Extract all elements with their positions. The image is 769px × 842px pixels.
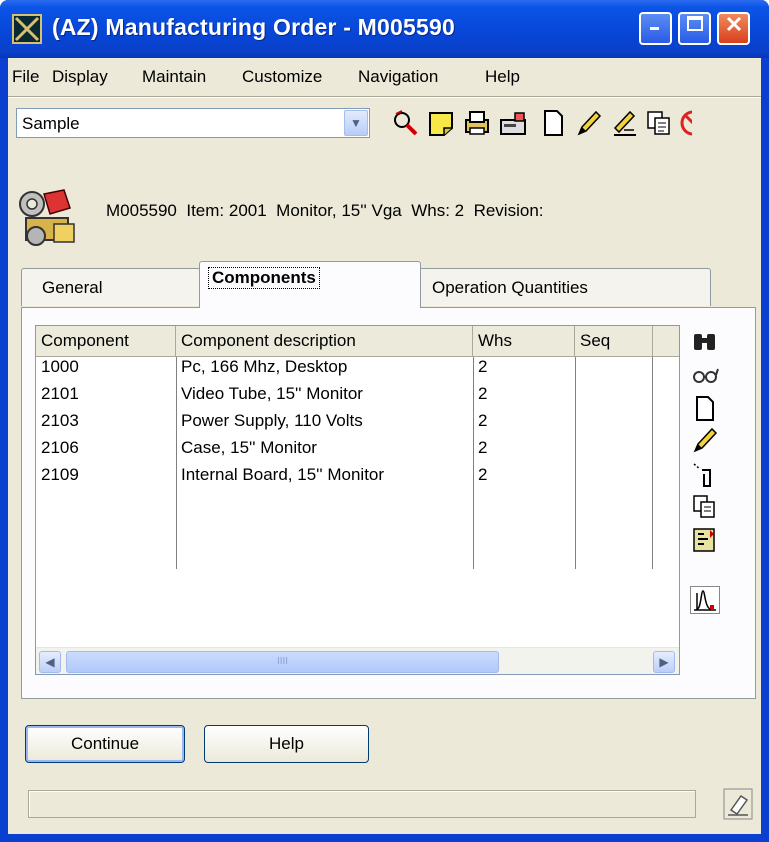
find-icon[interactable] bbox=[390, 108, 420, 138]
component-cell: 2109 bbox=[41, 465, 79, 484]
description-cell: Case, 15'' Monitor bbox=[181, 438, 317, 457]
menu-display[interactable]: Display bbox=[52, 67, 108, 87]
whs-value: 2 bbox=[454, 201, 465, 220]
new-document-icon[interactable] bbox=[538, 108, 568, 138]
menu-maintain[interactable]: Maintain bbox=[142, 67, 206, 87]
scroll-left-icon[interactable]: ◀ bbox=[39, 651, 61, 673]
table-header: Component Component description Whs Seq bbox=[36, 326, 679, 357]
item-description: Monitor, 15'' Vga bbox=[276, 201, 402, 220]
status-bar bbox=[28, 790, 696, 818]
item-label: Item: bbox=[186, 201, 225, 220]
whs-cell: 2 bbox=[478, 438, 488, 457]
component-cell: 1000 bbox=[41, 357, 79, 376]
window-client-area: File Display Maintain Customize Navigati… bbox=[8, 58, 761, 834]
component-cell: 2101 bbox=[41, 384, 79, 403]
scroll-right-icon[interactable]: ▶ bbox=[653, 651, 675, 673]
column-header-whs[interactable]: Whs bbox=[473, 326, 575, 356]
table-row[interactable]: 2109 Internal Board, 15'' Monitor 2 bbox=[36, 465, 679, 490]
app-window: (AZ) Manufacturing Order - M005590 File … bbox=[0, 0, 769, 842]
print-icon[interactable] bbox=[462, 108, 492, 138]
status-eraser-icon[interactable] bbox=[723, 788, 753, 820]
table-row[interactable]: 1000 Pc, 166 Mhz, Desktop 2 bbox=[36, 357, 679, 382]
table-row[interactable]: 2103 Power Supply, 110 Volts 2 bbox=[36, 411, 679, 436]
horizontal-scrollbar[interactable]: ◀ IIII ▶ bbox=[36, 647, 679, 674]
components-panel: Component Component description Whs Seq … bbox=[21, 307, 756, 699]
order-summary: M005590 Item: 2001 Monitor, 15'' Vga Whs… bbox=[106, 201, 544, 221]
order-number: M005590 bbox=[106, 201, 177, 220]
column-header-description[interactable]: Component description bbox=[176, 326, 473, 356]
glasses-icon[interactable] bbox=[690, 361, 720, 389]
menu-navigation[interactable]: Navigation bbox=[358, 67, 438, 87]
component-cell: 2103 bbox=[41, 411, 79, 430]
view-select-value: Sample bbox=[22, 114, 80, 133]
column-header-seq[interactable]: Seq bbox=[575, 326, 653, 356]
tab-general[interactable]: General bbox=[21, 268, 201, 306]
whs-cell: 2 bbox=[478, 384, 488, 403]
view-select[interactable]: Sample ▼ bbox=[16, 108, 370, 138]
maximize-button[interactable] bbox=[678, 12, 711, 45]
maximize-icon bbox=[686, 16, 703, 31]
edit-pencil-icon[interactable] bbox=[574, 108, 604, 138]
tab-operation-quantities[interactable]: Operation Quantities bbox=[419, 268, 711, 306]
menu-help[interactable]: Help bbox=[485, 67, 520, 87]
tab-components[interactable]: Components bbox=[199, 261, 421, 308]
scrollbar-thumb[interactable]: IIII bbox=[66, 651, 499, 673]
note-icon[interactable] bbox=[426, 108, 456, 138]
description-cell: Internal Board, 15'' Monitor bbox=[181, 465, 385, 484]
copy-pages-icon[interactable] bbox=[690, 493, 720, 521]
description-cell: Power Supply, 110 Volts bbox=[181, 411, 363, 430]
close-button[interactable] bbox=[717, 12, 750, 45]
app-icon[interactable] bbox=[12, 14, 42, 44]
delete-icon[interactable] bbox=[678, 108, 692, 138]
binoculars-icon[interactable] bbox=[690, 328, 720, 356]
manufacturing-order-icon bbox=[14, 184, 80, 250]
scrollbar-grip: IIII bbox=[276, 656, 289, 667]
new-page-icon[interactable] bbox=[690, 394, 720, 422]
tab-operation-quantities-label: Operation Quantities bbox=[432, 278, 588, 297]
help-button[interactable]: Help bbox=[204, 725, 369, 763]
table-row[interactable]: 2101 Video Tube, 15'' Monitor 2 bbox=[36, 384, 679, 409]
fax-icon[interactable] bbox=[498, 108, 528, 138]
description-cell: Video Tube, 15'' Monitor bbox=[181, 384, 363, 403]
menu-bar: File Display Maintain Customize Navigati… bbox=[8, 58, 761, 96]
tab-components-label: Components bbox=[208, 267, 320, 289]
description-cell: Pc, 166 Mhz, Desktop bbox=[181, 357, 348, 376]
window-title: (AZ) Manufacturing Order - M005590 bbox=[52, 14, 455, 40]
whs-label: Whs: bbox=[411, 201, 450, 220]
menu-customize[interactable]: Customize bbox=[242, 67, 322, 87]
component-cell: 2106 bbox=[41, 438, 79, 457]
close-icon bbox=[726, 16, 741, 32]
minimize-icon bbox=[649, 27, 659, 30]
minimize-button[interactable] bbox=[639, 12, 672, 45]
menu-file[interactable]: File bbox=[12, 67, 39, 87]
whs-cell: 2 bbox=[478, 465, 488, 484]
structure-icon[interactable] bbox=[690, 526, 720, 554]
item-number: 2001 bbox=[228, 201, 267, 220]
whs-cell: 2 bbox=[478, 357, 488, 376]
whs-cell: 2 bbox=[478, 411, 488, 430]
menu-separator bbox=[8, 96, 761, 98]
flashlight-icon[interactable] bbox=[690, 460, 720, 488]
title-bar[interactable]: (AZ) Manufacturing Order - M005590 bbox=[0, 0, 769, 58]
edit-note-icon[interactable] bbox=[610, 108, 640, 138]
table-row[interactable]: 2106 Case, 15'' Monitor 2 bbox=[36, 438, 679, 463]
chart-icon[interactable] bbox=[690, 586, 720, 614]
continue-button[interactable]: Continue bbox=[25, 725, 185, 763]
column-header-component[interactable]: Component bbox=[36, 326, 176, 356]
tab-general-label: General bbox=[42, 278, 103, 297]
copy-icon[interactable] bbox=[644, 108, 674, 138]
revision-label: Revision: bbox=[473, 201, 544, 220]
pencil-icon[interactable] bbox=[690, 426, 720, 454]
chevron-down-icon[interactable]: ▼ bbox=[344, 110, 368, 136]
components-table[interactable]: Component Component description Whs Seq … bbox=[35, 325, 680, 675]
